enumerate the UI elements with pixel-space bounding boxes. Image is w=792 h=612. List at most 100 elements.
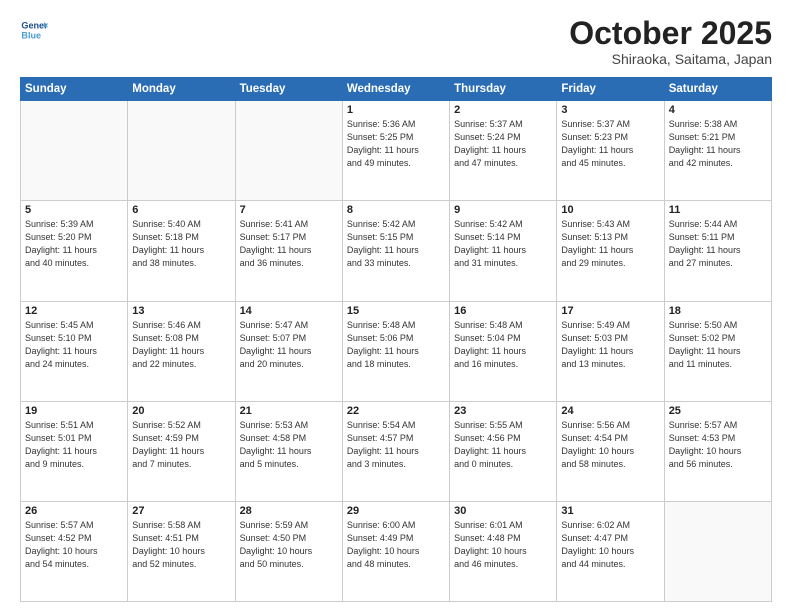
- day-cell: 13Sunrise: 5:46 AM Sunset: 5:08 PM Dayli…: [128, 301, 235, 401]
- day-number: 12: [25, 305, 123, 317]
- day-cell: 16Sunrise: 5:48 AM Sunset: 5:04 PM Dayli…: [450, 301, 557, 401]
- location: Shiraoka, Saitama, Japan: [569, 51, 772, 67]
- day-info: Sunrise: 5:53 AM Sunset: 4:58 PM Dayligh…: [240, 419, 338, 471]
- weekday-header-sunday: Sunday: [21, 78, 128, 101]
- day-number: 30: [454, 505, 552, 517]
- day-cell: 14Sunrise: 5:47 AM Sunset: 5:07 PM Dayli…: [235, 301, 342, 401]
- weekday-header-tuesday: Tuesday: [235, 78, 342, 101]
- week-row-3: 12 Sunrise: 5:45 AM Sunset: 5:10 PM Dayli…: [21, 301, 772, 401]
- week-row-1: 1 Sunrise: 5:36 AM Sunset: 5:25 PM Daylig…: [21, 101, 772, 201]
- day-cell: 21 Sunrise: 5:53 AM Sunset: 4:58 PM Dayli…: [235, 401, 342, 501]
- day-cell: 29 Sunrise: 6:00 AM Sunset: 4:49 PM Dayli…: [342, 501, 449, 601]
- day-number: 2: [454, 104, 552, 116]
- day-info: Sunrise: 5:54 AM Sunset: 4:57 PM Dayligh…: [347, 419, 445, 471]
- day-cell: 10 Sunrise: 5:43 AM Sunset: 5:13 PM Dayli…: [557, 201, 664, 301]
- day-cell: 5 Sunrise: 5:39 AM Sunset: 5:20 PM Daylig…: [21, 201, 128, 301]
- logo-icon: General Blue: [20, 16, 48, 44]
- calendar-table: SundayMondayTuesdayWednesdayThursdayFrid…: [20, 77, 772, 602]
- day-cell: [664, 501, 771, 601]
- day-cell: 7Sunrise: 5:41 AM Sunset: 5:17 PM Daylig…: [235, 201, 342, 301]
- weekday-header-wednesday: Wednesday: [342, 78, 449, 101]
- day-number: 1: [347, 104, 445, 116]
- day-cell: 17Sunrise: 5:49 AM Sunset: 5:03 PM Dayli…: [557, 301, 664, 401]
- week-row-5: 26 Sunrise: 5:57 AM Sunset: 4:52 PM Dayli…: [21, 501, 772, 601]
- day-number: 28: [240, 505, 338, 517]
- day-info: Sunrise: 5:55 AM Sunset: 4:56 PM Dayligh…: [454, 419, 552, 471]
- day-info: Sunrise: 5:44 AM Sunset: 5:11 PM Dayligh…: [669, 218, 767, 270]
- day-number: 27: [132, 505, 230, 517]
- day-info: Sunrise: 5:57 AM Sunset: 4:52 PM Dayligh…: [25, 519, 123, 571]
- day-cell: 26 Sunrise: 5:57 AM Sunset: 4:52 PM Dayli…: [21, 501, 128, 601]
- month-title: October 2025: [569, 16, 772, 51]
- day-number: 24: [561, 405, 659, 417]
- page: General Blue October 2025 Shiraoka, Sait…: [0, 0, 792, 612]
- day-number: 23: [454, 405, 552, 417]
- day-number: 15: [347, 305, 445, 317]
- day-cell: [128, 101, 235, 201]
- day-cell: 30Sunrise: 6:01 AM Sunset: 4:48 PM Dayli…: [450, 501, 557, 601]
- day-number: 8: [347, 204, 445, 216]
- day-info: Sunrise: 5:37 AM Sunset: 5:24 PM Dayligh…: [454, 118, 552, 170]
- day-info: Sunrise: 5:43 AM Sunset: 5:13 PM Dayligh…: [561, 218, 659, 270]
- day-info: Sunrise: 5:47 AM Sunset: 5:07 PM Dayligh…: [240, 319, 338, 371]
- day-cell: 6Sunrise: 5:40 AM Sunset: 5:18 PM Daylig…: [128, 201, 235, 301]
- day-info: Sunrise: 5:58 AM Sunset: 4:51 PM Dayligh…: [132, 519, 230, 571]
- day-cell: 4Sunrise: 5:38 AM Sunset: 5:21 PM Daylig…: [664, 101, 771, 201]
- weekday-header-friday: Friday: [557, 78, 664, 101]
- day-info: Sunrise: 5:52 AM Sunset: 4:59 PM Dayligh…: [132, 419, 230, 471]
- day-info: Sunrise: 5:56 AM Sunset: 4:54 PM Dayligh…: [561, 419, 659, 471]
- day-cell: 2 Sunrise: 5:37 AM Sunset: 5:24 PM Daylig…: [450, 101, 557, 201]
- day-cell: 12 Sunrise: 5:45 AM Sunset: 5:10 PM Dayli…: [21, 301, 128, 401]
- day-info: Sunrise: 5:48 AM Sunset: 5:04 PM Dayligh…: [454, 319, 552, 371]
- day-cell: 18Sunrise: 5:50 AM Sunset: 5:02 PM Dayli…: [664, 301, 771, 401]
- day-number: 21: [240, 405, 338, 417]
- day-number: 10: [561, 204, 659, 216]
- svg-text:Blue: Blue: [21, 30, 41, 40]
- day-number: 4: [669, 104, 767, 116]
- day-info: Sunrise: 5:59 AM Sunset: 4:50 PM Dayligh…: [240, 519, 338, 571]
- day-info: Sunrise: 5:42 AM Sunset: 5:14 PM Dayligh…: [454, 218, 552, 270]
- day-info: Sunrise: 5:36 AM Sunset: 5:25 PM Dayligh…: [347, 118, 445, 170]
- day-info: Sunrise: 5:50 AM Sunset: 5:02 PM Dayligh…: [669, 319, 767, 371]
- day-info: Sunrise: 5:46 AM Sunset: 5:08 PM Dayligh…: [132, 319, 230, 371]
- day-info: Sunrise: 5:49 AM Sunset: 5:03 PM Dayligh…: [561, 319, 659, 371]
- week-row-2: 5 Sunrise: 5:39 AM Sunset: 5:20 PM Daylig…: [21, 201, 772, 301]
- day-cell: 19 Sunrise: 5:51 AM Sunset: 5:01 PM Dayli…: [21, 401, 128, 501]
- day-number: 7: [240, 204, 338, 216]
- day-number: 11: [669, 204, 767, 216]
- header: General Blue October 2025 Shiraoka, Sait…: [20, 16, 772, 67]
- weekday-header-thursday: Thursday: [450, 78, 557, 101]
- day-info: Sunrise: 6:00 AM Sunset: 4:49 PM Dayligh…: [347, 519, 445, 571]
- day-info: Sunrise: 5:42 AM Sunset: 5:15 PM Dayligh…: [347, 218, 445, 270]
- logo: General Blue: [20, 16, 51, 44]
- day-cell: 27 Sunrise: 5:58 AM Sunset: 4:51 PM Dayli…: [128, 501, 235, 601]
- day-cell: 9Sunrise: 5:42 AM Sunset: 5:14 PM Daylig…: [450, 201, 557, 301]
- day-cell: 15 Sunrise: 5:48 AM Sunset: 5:06 PM Dayli…: [342, 301, 449, 401]
- day-info: Sunrise: 5:48 AM Sunset: 5:06 PM Dayligh…: [347, 319, 445, 371]
- day-info: Sunrise: 6:02 AM Sunset: 4:47 PM Dayligh…: [561, 519, 659, 571]
- day-cell: [21, 101, 128, 201]
- day-number: 19: [25, 405, 123, 417]
- day-info: Sunrise: 5:39 AM Sunset: 5:20 PM Dayligh…: [25, 218, 123, 270]
- day-cell: 8 Sunrise: 5:42 AM Sunset: 5:15 PM Daylig…: [342, 201, 449, 301]
- weekday-header-monday: Monday: [128, 78, 235, 101]
- day-cell: 11 Sunrise: 5:44 AM Sunset: 5:11 PM Dayli…: [664, 201, 771, 301]
- day-cell: 24 Sunrise: 5:56 AM Sunset: 4:54 PM Dayli…: [557, 401, 664, 501]
- day-cell: 25Sunrise: 5:57 AM Sunset: 4:53 PM Dayli…: [664, 401, 771, 501]
- day-cell: [235, 101, 342, 201]
- weekday-header-row: SundayMondayTuesdayWednesdayThursdayFrid…: [21, 78, 772, 101]
- day-info: Sunrise: 5:37 AM Sunset: 5:23 PM Dayligh…: [561, 118, 659, 170]
- day-cell: 31 Sunrise: 6:02 AM Sunset: 4:47 PM Dayli…: [557, 501, 664, 601]
- day-info: Sunrise: 5:51 AM Sunset: 5:01 PM Dayligh…: [25, 419, 123, 471]
- day-info: Sunrise: 5:40 AM Sunset: 5:18 PM Dayligh…: [132, 218, 230, 270]
- day-number: 26: [25, 505, 123, 517]
- day-number: 20: [132, 405, 230, 417]
- day-number: 31: [561, 505, 659, 517]
- day-number: 5: [25, 204, 123, 216]
- day-info: Sunrise: 5:57 AM Sunset: 4:53 PM Dayligh…: [669, 419, 767, 471]
- title-block: October 2025 Shiraoka, Saitama, Japan: [569, 16, 772, 67]
- day-number: 29: [347, 505, 445, 517]
- day-number: 3: [561, 104, 659, 116]
- day-cell: 1 Sunrise: 5:36 AM Sunset: 5:25 PM Daylig…: [342, 101, 449, 201]
- day-info: Sunrise: 5:45 AM Sunset: 5:10 PM Dayligh…: [25, 319, 123, 371]
